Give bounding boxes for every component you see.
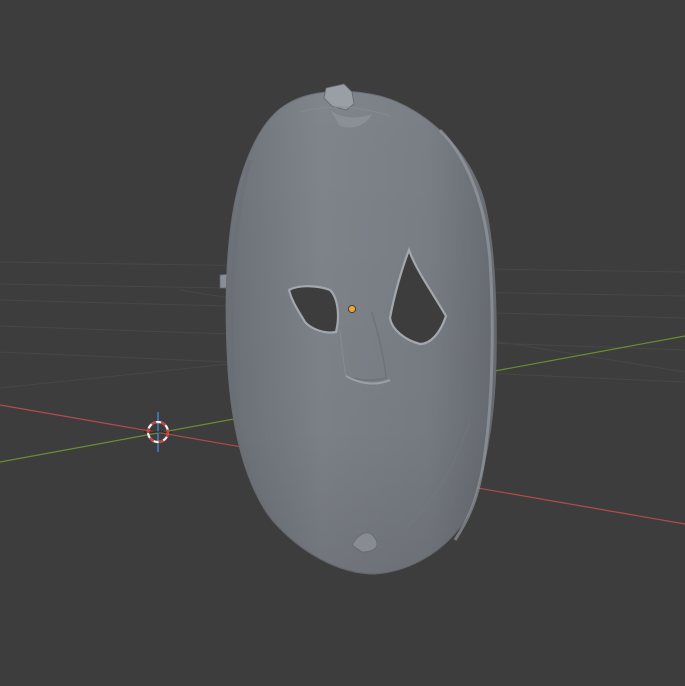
3d-cursor-icon[interactable] bbox=[144, 412, 172, 452]
3d-viewport[interactable] bbox=[0, 0, 685, 686]
mask-mesh[interactable] bbox=[219, 83, 497, 575]
viewport-canvas[interactable] bbox=[0, 0, 685, 686]
object-origin-icon[interactable] bbox=[347, 304, 357, 314]
